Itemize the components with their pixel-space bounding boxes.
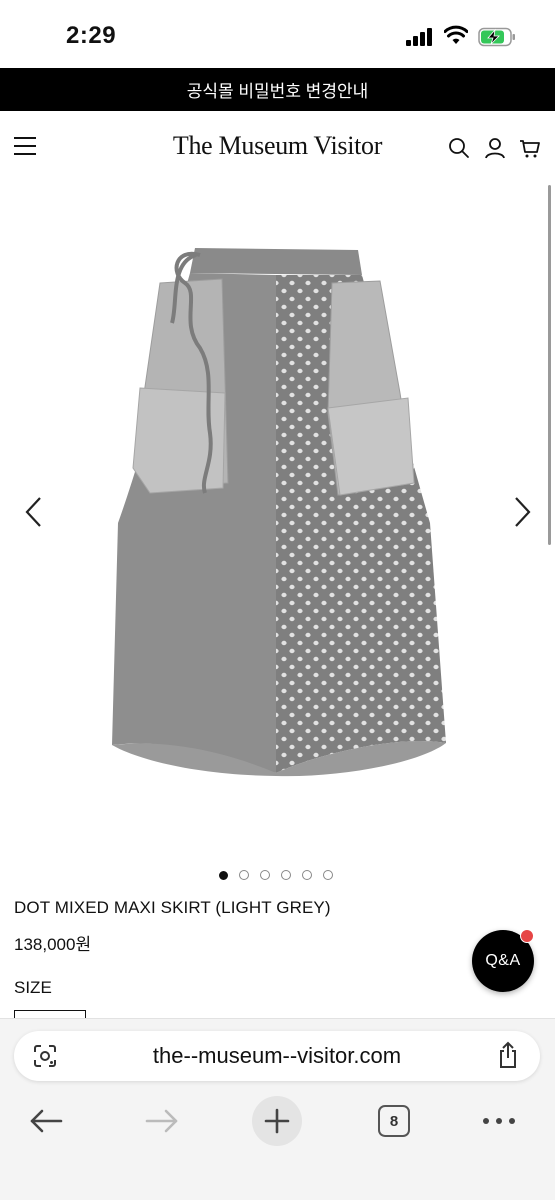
cellular-signal-icon (406, 28, 434, 46)
carousel-dot[interactable] (281, 870, 291, 880)
address-bar[interactable]: the--museum--visitor.com (14, 1031, 540, 1081)
size-label: SIZE (14, 978, 52, 997)
browser-toolbar: the--museum--visitor.com 8 (0, 1018, 555, 1200)
forward-arrow-icon (145, 1109, 178, 1133)
url-text: the--museum--visitor.com (152, 1043, 402, 1068)
product-price: 138,000원 (14, 935, 92, 954)
carousel-dots (219, 870, 333, 880)
qa-label: Q&A (485, 952, 521, 969)
status-bar: 2:29 (0, 0, 555, 68)
notification-badge (520, 929, 534, 943)
carousel-dot[interactable] (219, 870, 228, 880)
back-button[interactable] (26, 1095, 66, 1147)
product-image[interactable] (0, 183, 555, 848)
page-scroll-indicator[interactable] (548, 185, 551, 545)
back-arrow-icon (30, 1109, 63, 1133)
product-name: DOT MIXED MAXI SKIRT (LIGHT GREY) (14, 898, 331, 917)
tab-count: 8 (378, 1105, 410, 1137)
carousel-prev-arrow-icon[interactable] (24, 495, 44, 529)
browser-nav-row: 8 (0, 1095, 555, 1155)
carousel-dot[interactable] (302, 870, 312, 880)
carousel-dot[interactable] (323, 870, 333, 880)
carousel-dot[interactable] (239, 870, 249, 880)
share-icon[interactable] (496, 1041, 520, 1069)
notice-banner[interactable]: 공식몰 비밀번호 변경안내 (0, 68, 555, 111)
carousel-next-arrow-icon[interactable] (512, 495, 532, 529)
wifi-icon (444, 25, 468, 44)
more-options-button[interactable] (480, 1095, 518, 1147)
search-icon[interactable] (448, 137, 470, 159)
new-tab-button[interactable] (252, 1095, 302, 1147)
more-dots-icon (483, 1118, 515, 1124)
plus-icon (252, 1096, 302, 1146)
brand-logo[interactable]: The Museum Visitor (0, 131, 555, 161)
notice-text: 공식몰 비밀번호 변경안내 (186, 82, 369, 101)
site-header: The Museum Visitor (0, 111, 555, 183)
tabs-button[interactable]: 8 (377, 1095, 411, 1147)
carousel-dot[interactable] (260, 870, 270, 880)
forward-button[interactable] (142, 1095, 182, 1147)
status-time: 2:29 (66, 22, 117, 49)
cart-icon[interactable] (519, 137, 541, 159)
account-icon[interactable] (484, 137, 506, 159)
battery-charging-icon (478, 27, 515, 47)
